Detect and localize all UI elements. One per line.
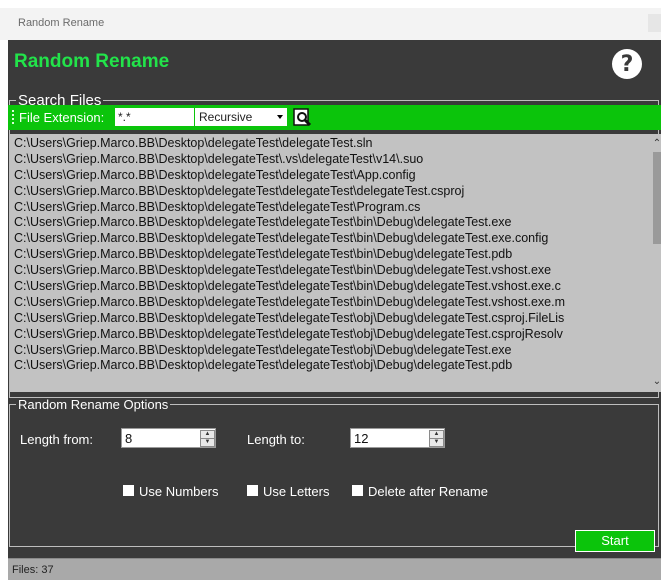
file-list-item[interactable]: C:\Users\Griep.Marco.BB\Desktop\delegate… <box>14 184 648 200</box>
file-list-item[interactable]: C:\Users\Griep.Marco.BB\Desktop\delegate… <box>14 168 648 184</box>
app-panel: Random Rename ? Search Files File Extens… <box>8 40 661 580</box>
search-toolbar: File Extension: Recursive <box>8 105 661 130</box>
file-extension-input[interactable] <box>115 108 194 126</box>
file-list[interactable]: C:\Users\Griep.Marco.BB\Desktop\delegate… <box>10 134 661 392</box>
use-letters-label: Use Letters <box>263 484 330 499</box>
scrollbar-thumb[interactable] <box>653 152 661 244</box>
toolbar-grip[interactable] <box>12 110 14 125</box>
file-list-item[interactable]: C:\Users\Griep.Marco.BB\Desktop\delegate… <box>14 279 648 295</box>
stepper-down-icon[interactable]: ▼ <box>429 438 444 447</box>
search-mode-value: Recursive <box>199 110 253 124</box>
app-title: Random Rename <box>14 51 170 72</box>
file-list-item[interactable]: C:\Users\Griep.Marco.BB\Desktop\delegate… <box>14 152 648 168</box>
status-bar: Files: 37 <box>8 558 661 580</box>
file-list-item[interactable]: C:\Users\Griep.Marco.BB\Desktop\delegate… <box>14 200 648 216</box>
file-list-item[interactable]: C:\Users\Griep.Marco.BB\Desktop\delegate… <box>14 247 648 263</box>
search-mode-select[interactable]: Recursive <box>195 108 287 126</box>
length-to-stepper[interactable]: 12 ▲ ▼ <box>350 428 445 448</box>
length-from-stepper[interactable]: 8 ▲ ▼ <box>121 428 216 448</box>
chevron-down-icon <box>277 115 283 119</box>
window-titlebar: Random Rename <box>0 0 661 40</box>
checkbox-box[interactable] <box>123 485 134 496</box>
scroll-down-icon[interactable]: ⌄ <box>649 374 661 390</box>
use-numbers-label: Use Numbers <box>139 484 219 499</box>
search-icon[interactable] <box>293 108 313 128</box>
length-to-label: Length to: <box>247 432 305 447</box>
file-list-item[interactable]: C:\Users\Griep.Marco.BB\Desktop\delegate… <box>14 358 648 374</box>
file-list-rows: C:\Users\Griep.Marco.BB\Desktop\delegate… <box>14 136 648 374</box>
file-list-item[interactable]: C:\Users\Griep.Marco.BB\Desktop\delegate… <box>14 327 648 343</box>
length-from-label: Length from: <box>20 432 93 447</box>
stepper-down-icon[interactable]: ▼ <box>200 438 215 447</box>
help-icon[interactable]: ? <box>610 47 644 81</box>
file-list-item[interactable]: C:\Users\Griep.Marco.BB\Desktop\delegate… <box>14 311 648 327</box>
checkbox-box[interactable] <box>352 485 363 496</box>
app-header: Random Rename ? <box>8 40 661 88</box>
length-from-value: 8 <box>125 431 133 446</box>
window-title: Random Rename <box>18 17 105 29</box>
file-list-scrollbar[interactable]: ⌃ ⌄ <box>649 134 661 392</box>
file-list-item[interactable]: C:\Users\Griep.Marco.BB\Desktop\delegate… <box>14 215 648 231</box>
start-button[interactable]: Start <box>575 530 655 552</box>
file-count-status: Files: 37 <box>12 564 54 576</box>
file-extension-label: File Extension: <box>19 110 105 125</box>
rename-options-group: Random Rename Options <box>9 397 659 547</box>
checkbox-box[interactable] <box>247 485 258 496</box>
delete-after-rename-label: Delete after Rename <box>368 484 488 499</box>
file-list-item[interactable]: C:\Users\Griep.Marco.BB\Desktop\delegate… <box>14 231 648 247</box>
file-list-item[interactable]: C:\Users\Griep.Marco.BB\Desktop\delegate… <box>14 136 648 152</box>
svg-text:?: ? <box>621 52 634 77</box>
file-list-item[interactable]: C:\Users\Griep.Marco.BB\Desktop\delegate… <box>14 263 648 279</box>
window-control-button[interactable] <box>648 14 661 32</box>
rename-options-legend: Random Rename Options <box>18 397 169 412</box>
file-list-item[interactable]: C:\Users\Griep.Marco.BB\Desktop\delegate… <box>14 295 648 311</box>
file-list-item[interactable]: C:\Users\Griep.Marco.BB\Desktop\delegate… <box>14 343 648 359</box>
scroll-up-icon[interactable]: ⌃ <box>649 136 661 152</box>
length-to-value: 12 <box>354 431 369 446</box>
